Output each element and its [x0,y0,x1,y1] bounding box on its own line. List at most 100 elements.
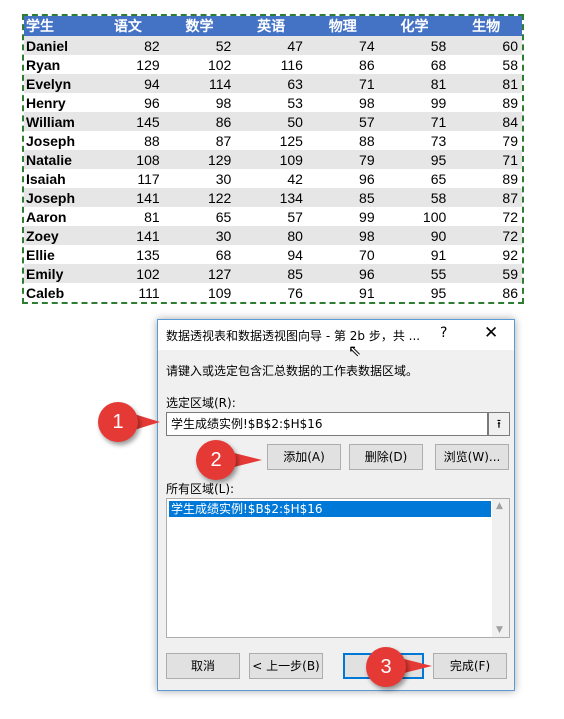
cell-chinese[interactable]: 117 [92,169,164,188]
cell-biology[interactable]: 89 [450,93,522,112]
cell-physics[interactable]: 86 [307,55,379,74]
cell-student[interactable]: Zoey [24,226,92,245]
header-math[interactable]: 数学 [163,16,236,36]
cell-chinese[interactable]: 111 [92,283,164,302]
cell-physics[interactable]: 88 [307,131,379,150]
cell-biology[interactable]: 81 [450,74,522,93]
cell-chemistry[interactable]: 100 [379,207,451,226]
cell-biology[interactable]: 58 [450,55,522,74]
cell-physics[interactable]: 96 [307,169,379,188]
header-chemistry[interactable]: 化学 [378,16,451,36]
cell-chinese[interactable]: 96 [92,93,164,112]
cell-biology[interactable]: 87 [450,188,522,207]
cell-chinese[interactable]: 88 [92,131,164,150]
cell-biology[interactable]: 89 [450,169,522,188]
cell-math[interactable]: 114 [163,74,236,93]
cell-math[interactable]: 102 [164,55,236,74]
cell-chemistry[interactable]: 73 [379,131,451,150]
cell-student[interactable]: Isaiah [24,169,92,188]
cell-english[interactable]: 57 [235,207,307,226]
cell-math[interactable]: 122 [163,188,236,207]
cell-chemistry[interactable]: 81 [378,74,451,93]
cell-chemistry[interactable]: 58 [378,36,451,55]
list-item[interactable]: 学生成绩实例!$B$2:$H$16 [169,501,491,517]
cell-chinese[interactable]: 141 [92,188,164,207]
cell-student[interactable]: William [24,112,92,131]
cell-biology[interactable]: 84 [450,112,522,131]
cell-chinese[interactable]: 94 [92,74,164,93]
cell-chinese[interactable]: 129 [92,55,164,74]
cell-physics[interactable]: 57 [306,112,379,131]
header-biology[interactable]: 生物 [450,16,522,36]
cell-english[interactable]: 94 [235,245,307,264]
cell-chemistry[interactable]: 71 [378,112,451,131]
cell-chinese[interactable]: 82 [92,36,164,55]
cell-physics[interactable]: 71 [306,74,379,93]
cell-english[interactable]: 125 [235,131,307,150]
cell-chemistry[interactable]: 95 [378,150,451,169]
cell-student[interactable]: Aaron [24,207,92,226]
header-student[interactable]: 学生 [24,16,92,36]
cell-english[interactable]: 85 [235,264,307,283]
cell-biology[interactable]: 59 [450,264,522,283]
cell-physics[interactable]: 99 [307,207,379,226]
cancel-button[interactable]: 取消 [166,653,240,679]
cell-math[interactable]: 86 [163,112,236,131]
cell-student[interactable]: Henry [24,93,92,112]
close-button[interactable]: ✕ [484,323,498,343]
cell-english[interactable]: 116 [235,55,307,74]
cell-english[interactable]: 47 [235,36,307,55]
header-english[interactable]: 英语 [235,16,307,36]
cell-biology[interactable]: 72 [450,207,522,226]
cell-student[interactable]: Ellie [24,245,92,264]
cell-student[interactable]: Evelyn [24,74,92,93]
cell-physics[interactable]: 70 [307,245,379,264]
cell-biology[interactable]: 71 [450,150,522,169]
cell-chinese[interactable]: 135 [92,245,164,264]
cell-biology[interactable]: 79 [450,131,522,150]
add-button[interactable]: 添加(A) [267,444,341,470]
finish-button[interactable]: 完成(F) [433,653,507,679]
cell-physics[interactable]: 91 [307,283,379,302]
cell-math[interactable]: 68 [164,245,236,264]
cell-english[interactable]: 76 [235,283,307,302]
cell-chinese[interactable]: 102 [92,264,164,283]
scroll-down-icon[interactable]: ▼ [496,625,503,635]
cell-english[interactable]: 42 [235,169,307,188]
list-scrollbar[interactable]: ▲ ▼ [492,499,509,637]
cell-physics[interactable]: 98 [306,226,379,245]
cell-chemistry[interactable]: 95 [379,283,451,302]
cell-student[interactable]: Joseph [24,188,92,207]
cell-student[interactable]: Ryan [24,55,92,74]
cell-math[interactable]: 129 [163,150,236,169]
cell-biology[interactable]: 86 [450,283,522,302]
cell-biology[interactable]: 72 [450,226,522,245]
help-button[interactable]: ? [440,325,447,341]
cell-chemistry[interactable]: 91 [379,245,451,264]
cell-chinese[interactable]: 108 [92,150,164,169]
cell-biology[interactable]: 92 [450,245,522,264]
cell-math[interactable]: 87 [164,131,236,150]
range-input[interactable]: 学生成绩实例!$B$2:$H$16 [166,412,488,436]
cell-english[interactable]: 50 [235,112,307,131]
cell-chinese[interactable]: 141 [92,226,164,245]
cell-math[interactable]: 109 [164,283,236,302]
scroll-up-icon[interactable]: ▲ [496,501,503,511]
cell-physics[interactable]: 96 [306,264,379,283]
cell-math[interactable]: 98 [164,93,236,112]
cell-physics[interactable]: 98 [307,93,379,112]
browse-button[interactable]: 浏览(W)... [435,444,509,470]
cell-student[interactable]: Caleb [24,283,92,302]
cell-math[interactable]: 30 [163,226,236,245]
cell-math[interactable]: 30 [164,169,236,188]
cell-english[interactable]: 109 [235,150,307,169]
cell-chemistry[interactable]: 99 [379,93,451,112]
cell-english[interactable]: 53 [235,93,307,112]
title-bar[interactable]: 数据透视表和数据透视图向导 - 第 2b 步，共 ... ? ✕ ⇖ [158,320,514,360]
cell-chemistry[interactable]: 90 [378,226,451,245]
cell-physics[interactable]: 74 [306,36,379,55]
cell-chemistry[interactable]: 68 [379,55,451,74]
cell-student[interactable]: Emily [24,264,92,283]
cell-student[interactable]: Natalie [24,150,92,169]
header-chinese[interactable]: 语文 [92,16,164,36]
